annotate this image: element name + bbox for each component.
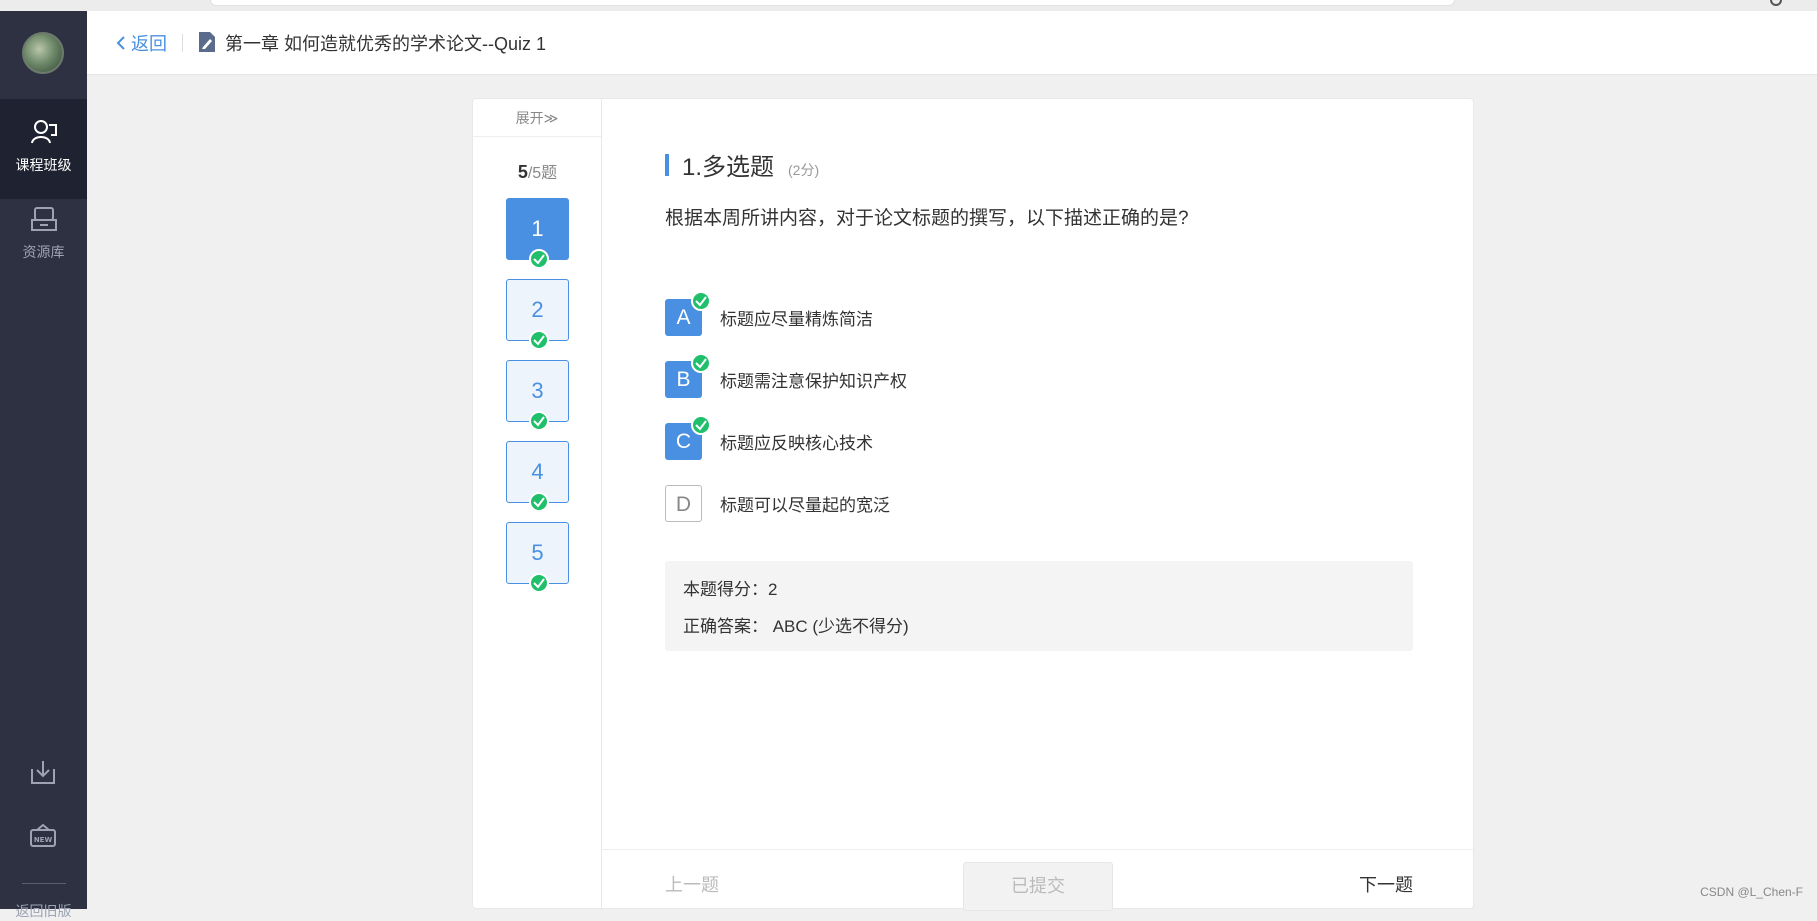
- question-number: 5: [531, 540, 544, 565]
- question-score: (2分): [788, 162, 820, 178]
- document-icon: [199, 32, 215, 52]
- progress-total: /5题: [527, 165, 558, 182]
- check-icon: [529, 330, 549, 350]
- next-question-button[interactable]: 下一题: [1359, 871, 1413, 897]
- download-icon[interactable]: [28, 757, 58, 787]
- option-text: 标题需注意保护知识产权: [720, 372, 907, 391]
- check-icon: [529, 492, 549, 512]
- option-letter: A: [665, 291, 711, 336]
- question-number: 3: [531, 378, 544, 403]
- question-number: 4: [531, 459, 544, 484]
- option-text: 标题应反映核心技术: [720, 434, 873, 453]
- question-text: 根据本周所讲内容，对于论文标题的撰写，以下描述正确的是?: [665, 208, 1189, 229]
- correct-answer-line: 正确答案： ABC (少选不得分): [683, 617, 909, 636]
- question-header: 1.多选题 (2分): [665, 147, 819, 182]
- option-text: 标题可以尽量起的宽泛: [720, 496, 890, 515]
- library-icon: [30, 207, 57, 231]
- option-b[interactable]: B 标题需注意保护知识产权: [665, 353, 907, 398]
- svg-text:NEW: NEW: [34, 836, 53, 844]
- option-letter-text: C: [675, 430, 692, 453]
- option-c[interactable]: C 标题应反映核心技术: [665, 415, 873, 460]
- check-icon: [529, 249, 549, 269]
- option-letter-text: B: [676, 368, 691, 391]
- page-title: 第一章 如何造就优秀的学术论文--Quiz 1: [225, 34, 547, 54]
- option-d[interactable]: D 标题可以尽量起的宽泛: [665, 485, 890, 522]
- score-line: 本题得分：2: [683, 580, 778, 599]
- result-panel: 本题得分：2 正确答案： ABC (少选不得分): [665, 561, 1413, 651]
- question-number: 1: [531, 216, 544, 241]
- browser-address-bar: [210, 0, 1455, 6]
- class-icon: [30, 120, 57, 144]
- prev-question-button[interactable]: 上一题: [665, 871, 719, 897]
- question-area: 1.多选题 (2分) 根据本周所讲内容，对于论文标题的撰写，以下描述正确的是? …: [602, 99, 1475, 911]
- option-letter: C: [665, 415, 711, 460]
- browser-profile-icon: [1770, 0, 1782, 6]
- question-navigator: 展开≫ 5/5题 1 2 3 4 5: [473, 99, 602, 910]
- option-text: 标题应尽量精炼简洁: [720, 310, 873, 329]
- sidebar-item-label: 课程班级: [15, 157, 72, 173]
- sidebar: 课程班级 资源库 NEW 返回旧版: [0, 11, 87, 919]
- sidebar-item-course-class[interactable]: 课程班级: [0, 99, 87, 199]
- option-letter: D: [665, 485, 702, 522]
- question-nav-button[interactable]: 5: [506, 522, 569, 593]
- back-button[interactable]: 返回: [115, 30, 167, 56]
- question-type: 1.多选题: [682, 154, 775, 181]
- expand-button[interactable]: 展开≫: [473, 99, 601, 137]
- option-a[interactable]: A 标题应尽量精炼简洁: [665, 291, 873, 336]
- check-icon: [529, 573, 549, 593]
- question-nav-button[interactable]: 2: [506, 279, 569, 350]
- check-icon: [691, 353, 711, 373]
- check-icon: [529, 411, 549, 431]
- sidebar-item-label: 资源库: [22, 244, 65, 260]
- submitted-button[interactable]: 已提交: [963, 862, 1113, 911]
- sidebar-divider: [22, 883, 66, 884]
- new-icon[interactable]: NEW: [28, 822, 58, 852]
- option-letter-text: D: [675, 493, 692, 516]
- option-letter: B: [665, 353, 711, 398]
- watermark: CSDN @L_Chen-F: [1700, 885, 1803, 899]
- check-icon: [691, 415, 711, 435]
- question-footer: 上一题 已提交 下一题: [602, 849, 1475, 911]
- back-label: 返回: [131, 34, 167, 54]
- avatar[interactable]: [22, 32, 64, 74]
- header: 返回 第一章 如何造就优秀的学术论文--Quiz 1: [87, 11, 1817, 75]
- question-number: 2: [531, 297, 544, 322]
- check-icon: [691, 291, 711, 311]
- quiz-card: 展开≫ 5/5题 1 2 3 4 5 1.多选题 (2分) 根据本周所讲内容，对…: [472, 98, 1475, 911]
- back-to-old-version-link[interactable]: 返回旧版: [0, 901, 87, 921]
- question-nav-button[interactable]: 4: [506, 441, 569, 512]
- progress-current: 5: [517, 162, 528, 182]
- option-letter-text: A: [676, 306, 691, 329]
- question-nav-button[interactable]: 3: [506, 360, 569, 431]
- sidebar-item-resource-library[interactable]: 资源库: [0, 186, 87, 286]
- progress-counter: 5/5题: [473, 159, 602, 183]
- browser-top-strip: [0, 0, 1817, 11]
- header-divider: [182, 34, 183, 52]
- question-nav-button[interactable]: 1: [506, 198, 569, 269]
- question-accent-bar: [665, 153, 669, 176]
- chevron-left-icon: [116, 36, 125, 50]
